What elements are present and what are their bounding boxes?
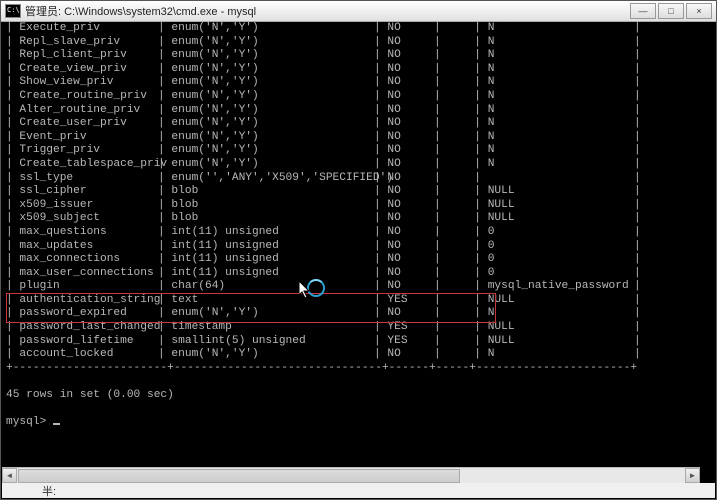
table-row: | ssl_type| enum('','ANY','X509','SPECIF… [6,172,715,186]
table-row: | password_lifetime| smallint(5) unsigne… [6,335,715,349]
result-summary: 45 rows in set (0.00 sec) [6,389,715,403]
table-row: | max_questions| int(11) unsigned| NO| |… [6,226,715,240]
table-row: | Event_priv| enum('N','Y')| NO| | N| [6,131,715,145]
table-row: | x509_issuer| blob| NO| | NULL| [6,199,715,213]
table-row: | authentication_string| text| YES| | NU… [6,294,715,308]
table-row: | max_updates| int(11) unsigned| NO| | 0… [6,240,715,254]
terminal-output[interactable]: | Execute_priv| enum('N','Y')| NO| | N||… [2,22,715,483]
mysql-prompt[interactable]: mysql> [6,416,715,430]
table-row: | max_user_connections| int(11) unsigned… [6,267,715,281]
table-row: | max_connections| int(11) unsigned| NO|… [6,253,715,267]
minimize-button[interactable]: ― [630,3,656,19]
table-row: | Create_view_priv| enum('N','Y')| NO| |… [6,63,715,77]
table-row: | plugin| char(64)| NO| | mysql_native_p… [6,280,715,294]
table-row: | password_last_changed| timestamp| YES|… [6,321,715,335]
ime-label: 半: [42,483,56,499]
table-separator: +-----------------------+---------------… [6,362,715,376]
maximize-button[interactable]: □ [658,3,684,19]
table-row: | Repl_client_priv| enum('N','Y')| NO| |… [6,49,715,63]
table-row: | password_expired| enum('N','Y')| NO| |… [6,307,715,321]
cmd-icon [5,4,21,18]
table-row: | Trigger_priv| enum('N','Y')| NO| | N| [6,144,715,158]
table-row: | Alter_routine_priv| enum('N','Y')| NO|… [6,104,715,118]
table-row: | Repl_slave_priv| enum('N','Y')| NO| | … [6,36,715,50]
titlebar[interactable]: 管理员: C:\Windows\system32\cmd.exe - mysql… [1,1,716,22]
table-row: | Execute_priv| enum('N','Y')| NO| | N| [6,22,715,36]
table-row: | Show_view_priv| enum('N','Y')| NO| | N… [6,76,715,90]
scroll-left-arrow[interactable]: ◄ [2,468,17,483]
table-row: | Create_user_priv| enum('N','Y')| NO| |… [6,117,715,131]
table-row: | ssl_cipher| blob| NO| | NULL| [6,185,715,199]
scroll-right-arrow[interactable]: ► [685,468,700,483]
table-row: | account_locked| enum('N','Y')| NO| | N… [6,348,715,362]
window-title: 管理员: C:\Windows\system32\cmd.exe - mysql [25,3,256,19]
table-row: | Create_routine_priv| enum('N','Y')| NO… [6,90,715,104]
horizontal-scrollbar[interactable]: ◄ ► [2,467,700,483]
window-controls: ― □ × [630,3,712,19]
table-row: | Create_tablespace_priv| enum('N','Y')|… [6,158,715,172]
table-row: | x509_subject| blob| NO| | NULL| [6,212,715,226]
scrollbar-thumb[interactable] [18,469,460,483]
close-button[interactable]: × [686,3,712,19]
cmd-window: 管理员: C:\Windows\system32\cmd.exe - mysql… [0,0,717,500]
ime-input-bar[interactable]: 半: [2,483,715,498]
